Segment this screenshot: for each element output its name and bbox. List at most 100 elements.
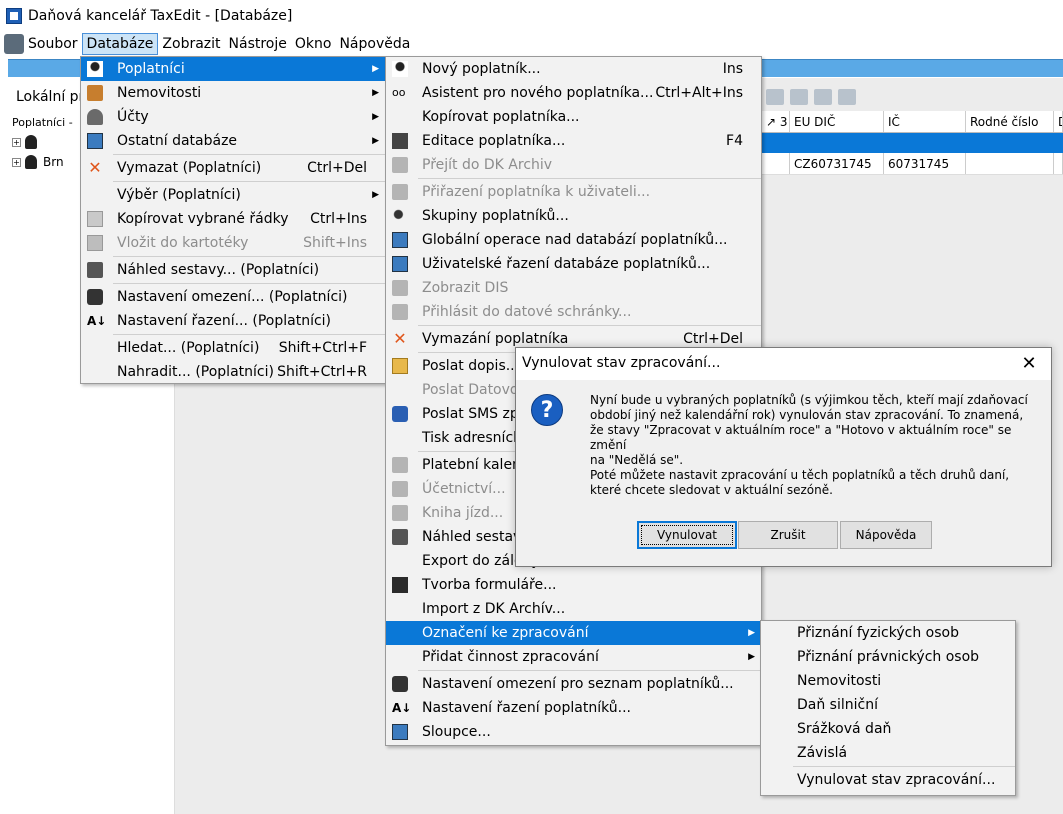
col-header-rodne-cislo[interactable]: Rodné číslo — [966, 111, 1054, 132]
menu-napoveda[interactable]: Nápověda — [335, 33, 414, 55]
menu-item-label: Náhled sestavy... (Poplatníci) — [117, 262, 320, 278]
cell-rodne-cislo — [966, 153, 1054, 174]
zrusit-button[interactable]: Zrušit — [738, 521, 838, 549]
toolbar-icon[interactable] — [790, 89, 808, 105]
menu-item[interactable]: Ostatní databáze ▶ — [81, 129, 385, 153]
menu-item-label: Hledat... (Poplatníci) — [117, 340, 260, 356]
doc-icon — [392, 577, 408, 593]
menu-item[interactable]: Uživatelské řazení databáze poplatníků..… — [386, 252, 761, 276]
menu-item[interactable]: Nastavení omezení... (Poplatníci) — [81, 285, 385, 309]
toolbar-icon[interactable] — [766, 89, 784, 105]
filter-icon — [392, 676, 408, 692]
menu-separator — [418, 178, 761, 179]
menu-item-label: Účetnictví... — [422, 481, 506, 497]
preview-icon — [392, 529, 408, 545]
menu-item[interactable]: Označení ke zpracování ▶ — [386, 621, 761, 645]
expand-icon[interactable]: + — [12, 137, 21, 147]
menu-item[interactable]: Účty ▶ — [81, 105, 385, 129]
grid-icon — [87, 133, 103, 149]
menu-item[interactable]: ✕ Vymazat (Poplatníci) Ctrl+Del — [81, 156, 385, 180]
message-line: na "Nedělá se". — [590, 453, 684, 467]
menu-item-shortcut: Ins — [722, 61, 743, 77]
menu-zobrazit[interactable]: Zobrazit — [158, 33, 224, 55]
menu-item-label: Poplatníci — [117, 61, 185, 77]
dialog-title-bar: Vynulovat stav zpracování... ✕ — [516, 348, 1051, 380]
submenu-arrow-icon: ▶ — [748, 628, 755, 638]
menu-item[interactable]: Závislá — [761, 741, 1015, 765]
menu-nastroje[interactable]: Nástroje — [225, 33, 291, 55]
menu-item-label: Náhled sestavy — [422, 529, 530, 545]
message-line: že stavy "Zpracovat v aktuálním roce" a … — [590, 423, 1012, 452]
menu-soubor[interactable]: Soubor — [24, 33, 82, 55]
menu-item: Přejít do DK Archiv — [386, 153, 761, 177]
submenu-arrow-icon: ▶ — [372, 112, 379, 122]
menu-bar: Soubor Databáze Zobrazit Nástroje Okno N… — [0, 32, 1063, 56]
menu-item[interactable]: Nemovitosti ▶ — [81, 81, 385, 105]
gray-icon — [392, 184, 408, 200]
glasses-icon: oo — [392, 86, 406, 99]
col-header[interactable]: ↗ 3 — [762, 111, 790, 132]
mdi-doc-icon[interactable] — [4, 34, 24, 54]
menu-item[interactable]: oo Asistent pro nového poplatníka... Ctrl+… — [386, 81, 761, 105]
menu-item[interactable]: Globální operace nad databází poplatníků… — [386, 228, 761, 252]
napoveda-button[interactable]: Nápověda — [840, 521, 932, 549]
close-icon[interactable]: ✕ — [1017, 352, 1041, 376]
menu-item[interactable]: Přidat činnost zpracování ▶ — [386, 645, 761, 669]
menu-item-label: Tvorba formuláře... — [422, 577, 557, 593]
menu-item[interactable]: Import z DK Archív... — [386, 597, 761, 621]
menu-item[interactable]: Tvorba formuláře... — [386, 573, 761, 597]
col-header-d[interactable]: D — [1054, 111, 1063, 132]
grid-header: ↗ 3 EU DIČ IČ Rodné číslo D — [762, 111, 1063, 133]
toolbar-icon[interactable] — [838, 89, 856, 105]
tree-row[interactable]: + Brn — [12, 152, 64, 172]
menu-item-label: Tisk adresních — [422, 430, 523, 446]
menu-item-label: Nemovitosti — [797, 673, 882, 689]
preview-icon — [87, 262, 103, 278]
tree-row[interactable]: + — [12, 132, 43, 152]
expand-icon[interactable]: + — [12, 157, 21, 167]
menu-item[interactable]: Přiznání právnických osob — [761, 645, 1015, 669]
menu-item[interactable]: Náhled sestavy... (Poplatníci) — [81, 258, 385, 282]
menu-item[interactable]: Přiznání fyzických osob — [761, 621, 1015, 645]
menu-item[interactable]: Kopírovat vybrané řádky Ctrl+Ins — [81, 207, 385, 231]
menu-item[interactable]: Poplatníci ▶ — [81, 57, 385, 81]
menu-item-label: Přiřazení poplatníka k uživateli... — [422, 184, 651, 200]
group-icon — [392, 208, 408, 224]
selected-row[interactable] — [762, 133, 1063, 153]
menu-item-label: Nastavení řazení... (Poplatníci) — [117, 313, 332, 329]
menu-item[interactable]: Kopírovat poplatníka... — [386, 105, 761, 129]
menu-item[interactable]: A↓ Nastavení řazení poplatníků... — [386, 696, 761, 720]
menu-item[interactable]: Daň silniční — [761, 693, 1015, 717]
dialog-message: Nyní bude u vybraných poplatníků (s výji… — [590, 393, 1030, 498]
menu-item-shortcut: Ctrl+Alt+Ins — [655, 85, 743, 101]
menu-item[interactable]: Sloupce... — [386, 720, 761, 744]
col-header-ic[interactable]: IČ — [884, 111, 966, 132]
menu-item[interactable]: Editace poplatníka... F4 — [386, 129, 761, 153]
box-icon — [87, 85, 103, 101]
menu-separator — [113, 283, 385, 284]
databaze-menu: Poplatníci ▶ Nemovitosti ▶ Účty ▶ Ostatní data… — [80, 56, 386, 384]
menu-item[interactable]: Nahradit... (Poplatníci) Shift+Ctrl+R — [81, 360, 385, 384]
menu-item[interactable]: Srážková daň — [761, 717, 1015, 741]
menu-item[interactable]: Nový poplatník... Ins — [386, 57, 761, 81]
menu-item-label: Přidat činnost zpracování — [422, 649, 599, 665]
menu-item[interactable]: Vynulovat stav zpracování... — [761, 768, 1015, 792]
menu-item[interactable]: Hledat... (Poplatníci) Shift+Ctrl+F — [81, 336, 385, 360]
menu-item-label: Daň silniční — [797, 697, 878, 713]
vynulovat-button[interactable]: Vynulovat — [637, 521, 737, 549]
menu-item[interactable]: Nemovitosti — [761, 669, 1015, 693]
menu-databaze[interactable]: Databáze — [81, 33, 159, 55]
menu-item-label: Přiznání fyzických osob — [797, 625, 959, 641]
gray-icon — [392, 157, 408, 173]
menu-item[interactable]: Nastavení omezení pro seznam poplatníků.… — [386, 672, 761, 696]
toolbar-icon[interactable] — [814, 89, 832, 105]
dialog-title: Vynulovat stav zpracování... — [522, 355, 721, 371]
menu-okno[interactable]: Okno — [291, 33, 336, 55]
menu-item[interactable]: Skupiny poplatníků... — [386, 204, 761, 228]
menu-separator — [113, 334, 385, 335]
table-row[interactable]: CZ60731745 60731745 — [762, 153, 1063, 175]
menu-item[interactable]: Výběr (Poplatníci) ▶ — [81, 183, 385, 207]
menu-item-label: Editace poplatníka... — [422, 133, 566, 149]
col-header-eu-dic[interactable]: EU DIČ — [790, 111, 884, 132]
menu-item[interactable]: A↓ Nastavení řazení... (Poplatníci) — [81, 309, 385, 333]
